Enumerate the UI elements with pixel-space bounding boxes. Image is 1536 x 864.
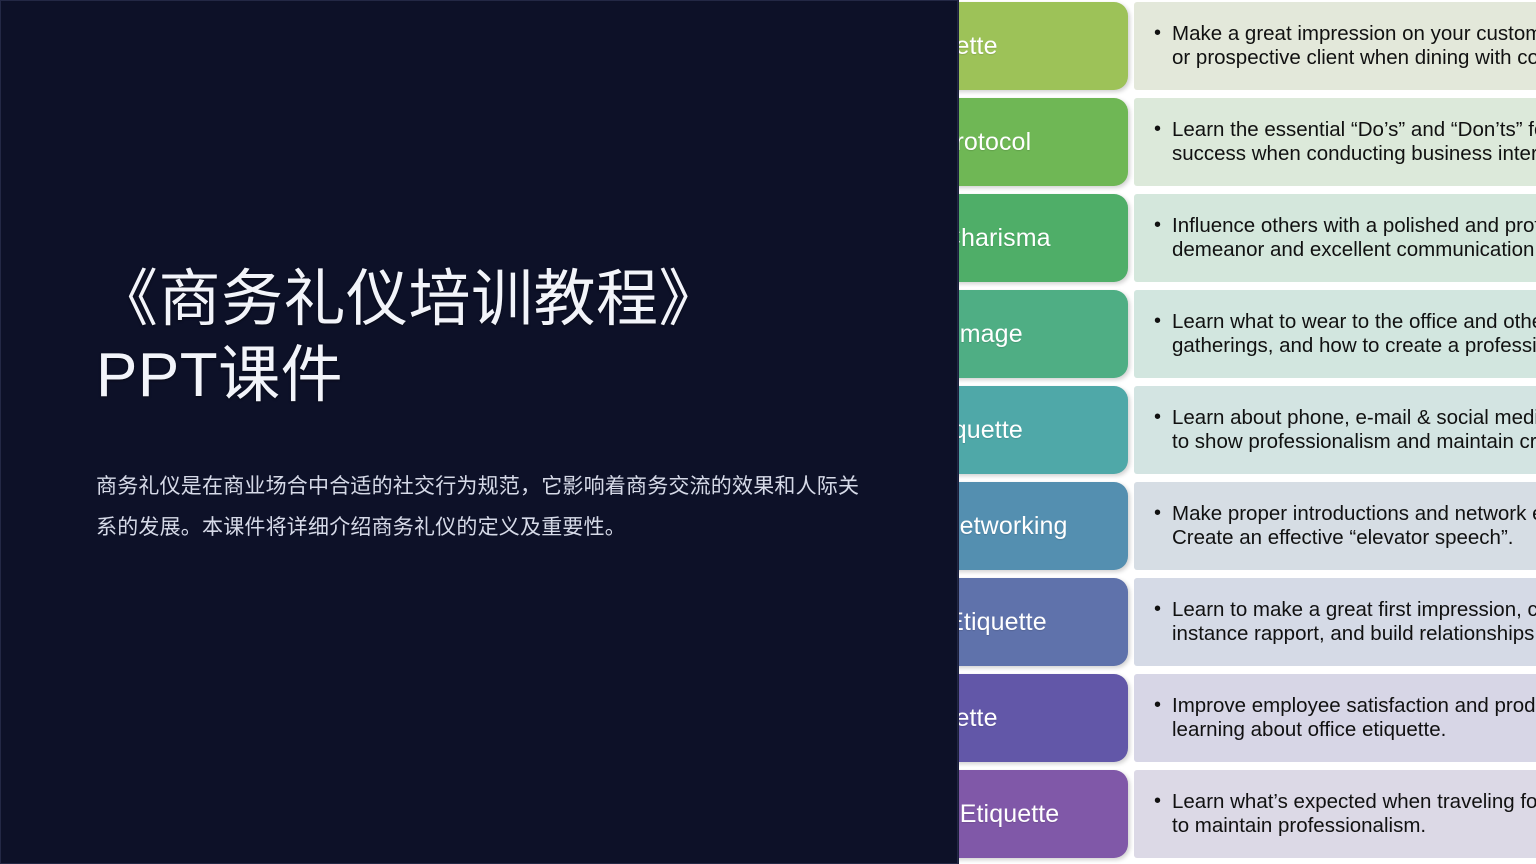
- topic-description-line2: instance rapport, and build relationship…: [1172, 622, 1536, 645]
- topic-row[interactable]: Etiquette Improve employee satisfaction …: [880, 674, 1536, 762]
- topic-description-text: Influence others with a polished and pro…: [1154, 214, 1536, 262]
- topic-row[interactable]: s & Networking Make proper introductions…: [880, 482, 1536, 570]
- topic-description-panel: Learn the essential “Do’s” and “Don’ts” …: [1134, 98, 1536, 186]
- topic-row[interactable]: e & Charisma Influence others with a pol…: [880, 194, 1536, 282]
- topic-description-line2: to show professionalism and maintain cre…: [1172, 430, 1536, 453]
- topic-description-text: Learn what to wear to the office and oth…: [1154, 310, 1536, 358]
- page-subtitle: 商务礼仪是在商业场合中合适的社交行为规范，它影响着商务交流的效果和人际关系的发展…: [96, 475, 860, 540]
- topic-description-line1: Learn what to wear to the office and oth…: [1172, 309, 1536, 333]
- page-title-line2: PPT课件: [96, 340, 344, 410]
- topic-description-line1: Make a great impression on your customer: [1172, 21, 1536, 45]
- presentation-slide: Etiquette Make a great impression on you…: [0, 0, 1536, 864]
- topic-row[interactable]: onal Image Learn what to wear to the off…: [880, 290, 1536, 378]
- topic-row[interactable]: ic Etiquette Learn about phone, e-mail &…: [880, 386, 1536, 474]
- topic-row[interactable]: Etiquette Make a great impression on you…: [880, 2, 1536, 90]
- page-title: 《商务礼仪培训教程》 PPT课件: [96, 262, 896, 413]
- etiquette-topic-list: Etiquette Make a great impression on you…: [880, 0, 1536, 864]
- topic-description-text: Learn to make a great first impression, …: [1154, 598, 1536, 646]
- topic-description-text: Make a great impression on your customer…: [1154, 22, 1536, 70]
- topic-description-text: Learn the essential “Do’s” and “Don’ts” …: [1154, 118, 1536, 166]
- topic-description-panel: Improve employee satisfaction and produc…: [1134, 674, 1536, 762]
- topic-description-panel: Learn to make a great first impression, …: [1134, 578, 1536, 666]
- topic-description-line1: Improve employee satisfaction and produc…: [1172, 693, 1536, 717]
- topic-description-line2: Create an effective “elevator speech”.: [1172, 526, 1514, 549]
- topic-row[interactable]: nal Protocol Learn the essential “Do’s” …: [880, 98, 1536, 186]
- topic-description-text: Make proper introductions and network ef…: [1154, 502, 1536, 550]
- topic-description-panel: Learn about phone, e-mail & social media…: [1134, 386, 1536, 474]
- topic-description-text: Improve employee satisfaction and produc…: [1154, 694, 1536, 742]
- topic-description-line1: Learn to make a great first impression, …: [1172, 597, 1536, 621]
- topic-description-line2: gatherings, and how to create a professi…: [1172, 334, 1536, 357]
- topic-description-panel: Learn what to wear to the office and oth…: [1134, 290, 1536, 378]
- topic-description-text: Learn what’s expected when traveling for…: [1154, 790, 1536, 838]
- topic-description-text: Learn about phone, e-mail & social media…: [1154, 406, 1536, 454]
- topic-description-panel: Make a great impression on your customer…: [1134, 2, 1536, 90]
- topic-description-line1: Learn what’s expected when traveling for…: [1172, 789, 1536, 813]
- topic-description-panel: Influence others with a polished and pro…: [1134, 194, 1536, 282]
- topic-description-line2: to maintain professionalism.: [1172, 814, 1427, 837]
- topic-description-panel: Make proper introductions and network ef…: [1134, 482, 1536, 570]
- topic-description-line2: or prospective client when dining with c…: [1172, 46, 1536, 69]
- topic-description-line1: Learn about phone, e-mail & social media…: [1172, 405, 1536, 429]
- topic-description-line2: success when conducting business interna…: [1172, 142, 1536, 165]
- title-panel: 《商务礼仪培训教程》 PPT课件 商务礼仪是在商业场合中合适的社交行为规范，它影响…: [0, 0, 959, 864]
- page-title-line1: 《商务礼仪培训教程》: [96, 265, 722, 334]
- topic-description-line1: Influence others with a polished and pro…: [1172, 213, 1536, 237]
- topic-description-line2: demeanor and excellent communication ski…: [1172, 238, 1536, 261]
- topic-description-line1: Make proper introductions and network ef…: [1172, 501, 1536, 525]
- topic-description-line2: learning about office etiquette.: [1172, 718, 1447, 741]
- topic-description-panel: Learn what’s expected when traveling for…: [1134, 770, 1536, 858]
- topic-description-line1: Learn the essential “Do’s” and “Don’ts” …: [1172, 117, 1536, 141]
- topic-row[interactable]: ravel Etiquette Learn what’s expected wh…: [880, 770, 1536, 858]
- topic-row[interactable]: arty Etiquette Learn to make a great fir…: [880, 578, 1536, 666]
- title-block: 《商务礼仪培训教程》 PPT课件 商务礼仪是在商业场合中合适的社交行为规范，它影响…: [96, 262, 896, 549]
